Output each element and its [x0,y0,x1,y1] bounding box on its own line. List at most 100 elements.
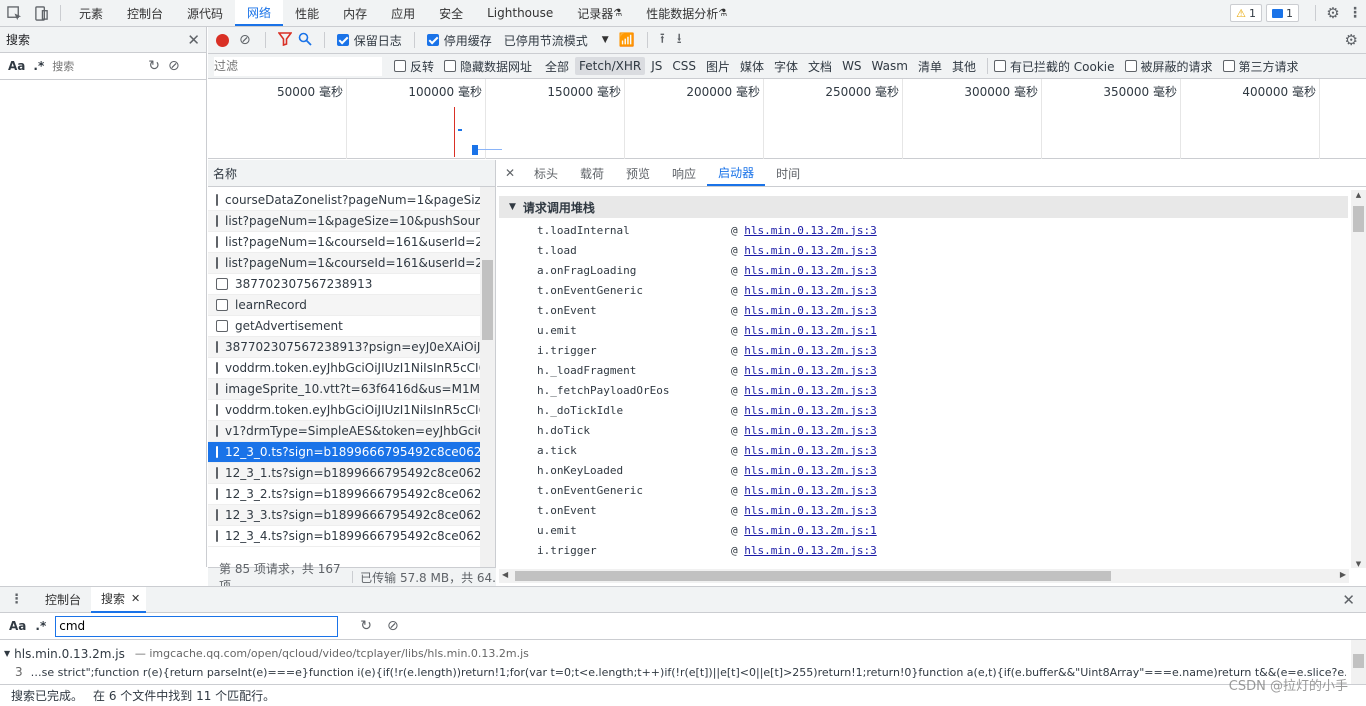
preserve-log-checkbox[interactable]: 保留日志 [336,32,402,49]
type-filter-1[interactable]: Fetch/XHR [575,57,646,75]
checkbox[interactable] [394,60,406,72]
request-checkbox[interactable] [216,257,218,269]
request-checkbox[interactable] [216,509,218,521]
request-checkbox[interactable] [216,404,218,416]
filter-input[interactable] [214,56,382,76]
detail-tab-3[interactable]: 响应 [661,160,707,186]
clear-log-icon[interactable]: ⊘ [239,32,251,48]
request-checkbox[interactable] [216,278,228,290]
frame-source-link[interactable]: hls.min.0.13.2m.js:3 [744,404,876,417]
checkbox[interactable] [336,34,349,46]
clear-icon[interactable]: ⊘ [168,58,180,74]
request-row[interactable]: list?pageNum=1&courseId=161&userId=2987 [208,232,480,253]
detail-tab-4[interactable]: 启动器 [707,160,766,186]
panel-tab-8[interactable]: Lighthouse [475,0,565,26]
frame-source-link[interactable]: hls.min.0.13.2m.js:3 [744,284,876,297]
close-details-icon[interactable]: ✕ [497,166,523,180]
hide-data-urls-checkbox[interactable]: 隐藏数据网址 [444,58,532,75]
throttle-select[interactable]: 已停用节流模式 [504,32,588,49]
request-row[interactable]: 387702307567238913?psign=eyJ0eXAiOiJKV1 [208,337,480,358]
panel-tab-5[interactable]: 内存 [331,0,379,26]
request-row[interactable]: 12_3_4.ts?sign=b1899666795492c8ce0621d01 [208,526,480,547]
request-row[interactable]: learnRecord [208,295,480,316]
frame-source-link[interactable]: hls.min.0.13.2m.js:3 [744,424,876,437]
type-filter-10[interactable]: 清单 [914,56,946,77]
blocked-requests-checkbox[interactable]: 被屏蔽的请求 [1124,58,1213,75]
refresh-icon[interactable]: ↻ [148,58,160,74]
message-badge[interactable]: 1 [1266,4,1299,22]
request-checkbox[interactable] [216,341,218,353]
type-filter-8[interactable]: WS [838,57,865,75]
type-filter-4[interactable]: 图片 [702,56,734,77]
chevron-down-icon[interactable]: ▼ [602,35,609,45]
refresh-search-icon[interactable]: ↻ [360,618,372,634]
frame-source-link[interactable]: hls.min.0.13.2m.js:3 [744,544,876,557]
frame-source-link[interactable]: hls.min.0.13.2m.js:3 [744,264,876,277]
call-stack-section-header[interactable]: ▼ 请求调用堆栈 [499,196,1348,218]
panel-tab-0[interactable]: 元素 [67,0,115,26]
frame-source-link[interactable]: hls.min.0.13.2m.js:3 [744,484,876,497]
vscroll-thumb[interactable] [1353,206,1364,232]
upload-icon[interactable]: ⭱ [660,28,665,52]
type-filter-7[interactable]: 文档 [804,56,836,77]
match-case-toggle[interactable]: Aa [8,59,25,73]
frame-source-link[interactable]: hls.min.0.13.2m.js:3 [744,504,876,517]
request-checkbox[interactable] [216,236,218,248]
type-filter-5[interactable]: 媒体 [736,56,768,77]
panel-tab-1[interactable]: 控制台 [115,0,175,26]
hscroll-thumb[interactable] [515,571,1111,581]
vscroll-down-arrow[interactable]: ▼ [1351,560,1366,568]
settings-gear-icon[interactable]: ⚙ [1322,4,1344,22]
checkbox[interactable] [1222,60,1235,72]
clear-search-icon[interactable]: ⊘ [387,618,399,634]
network-settings-gear-icon[interactable]: ⚙ [1345,31,1358,49]
device-toolbar-icon[interactable] [28,0,54,26]
frame-source-link[interactable]: hls.min.0.13.2m.js:3 [744,244,876,257]
request-checkbox[interactable] [216,425,218,437]
inspect-icon[interactable] [0,0,28,26]
third-party-checkbox[interactable]: 第三方请求 [1222,58,1299,75]
panel-tab-9[interactable]: 记录器 ⚗ [565,0,634,26]
drawer-tab-console[interactable]: 控制台 [35,587,91,613]
request-row[interactable]: v1?drmType=SimpleAES&token=eyJhbGciOiJI. [208,421,480,442]
frame-source-link[interactable]: hls.min.0.13.2m.js:1 [744,524,876,537]
record-icon[interactable] [216,33,229,47]
request-row[interactable]: 387702307567238913 [208,274,480,295]
frame-source-link[interactable]: hls.min.0.13.2m.js:3 [744,384,876,397]
panel-tab-3[interactable]: 网络 [235,0,284,26]
panel-tab-2[interactable]: 源代码 [175,0,235,26]
panel-tab-6[interactable]: 应用 [379,0,427,26]
panel-tab-10[interactable]: 性能数据分析 ⚗ [634,0,739,26]
request-checkbox[interactable] [216,299,228,311]
vscroll-up-arrow[interactable]: ▲ [1351,190,1366,200]
type-filter-0[interactable]: 全部 [541,56,573,77]
request-checkbox[interactable] [216,488,218,500]
frame-source-link[interactable]: hls.min.0.13.2m.js:3 [744,444,876,457]
type-filter-11[interactable]: 其他 [948,56,980,77]
request-row[interactable]: getAdvertisement [208,316,480,337]
blocked-cookies-checkbox[interactable]: 有已拦截的 Cookie [993,58,1115,75]
frame-source-link[interactable]: hls.min.0.13.2m.js:3 [744,304,876,317]
request-row[interactable]: 12_3_3.ts?sign=b1899666795492c8ce0621d01 [208,505,480,526]
disable-cache-checkbox[interactable]: 停用缓存 [426,32,492,49]
request-row[interactable]: 12_3_1.ts?sign=b1899666795492c8ce0621d01 [208,463,480,484]
request-row[interactable]: 12_3_2.ts?sign=b1899666795492c8ce0621d01 [208,484,480,505]
detail-tab-2[interactable]: 预览 [615,160,661,186]
request-row[interactable]: courseDataZonelist?pageNum=1&pageSize=1 [208,190,480,211]
detail-tab-0[interactable]: 标头 [523,160,569,186]
type-filter-9[interactable]: Wasm [868,57,912,75]
close-tab-icon[interactable]: ✕ [131,592,140,605]
frame-source-link[interactable]: hls.min.0.13.2m.js:3 [744,464,876,477]
filter-icon[interactable] [277,31,293,49]
network-conditions-icon[interactable]: 📶 [619,33,635,48]
match-case-toggle[interactable]: Aa [9,619,26,633]
drawer-scrollbar[interactable] [1351,640,1366,684]
panel-tab-7[interactable]: 安全 [427,0,475,26]
result-line-row[interactable]: 3 …se strict";function r(e){return parse… [0,663,1346,681]
result-file-row[interactable]: ▼ hls.min.0.13.2m.js — imgcache.qq.com/o… [0,644,1366,663]
name-column-header[interactable]: 名称 [213,165,237,182]
request-checkbox[interactable] [216,215,218,227]
scrollbar-track[interactable] [480,187,495,567]
request-checkbox[interactable] [216,194,218,206]
close-icon[interactable]: ✕ [187,31,200,49]
